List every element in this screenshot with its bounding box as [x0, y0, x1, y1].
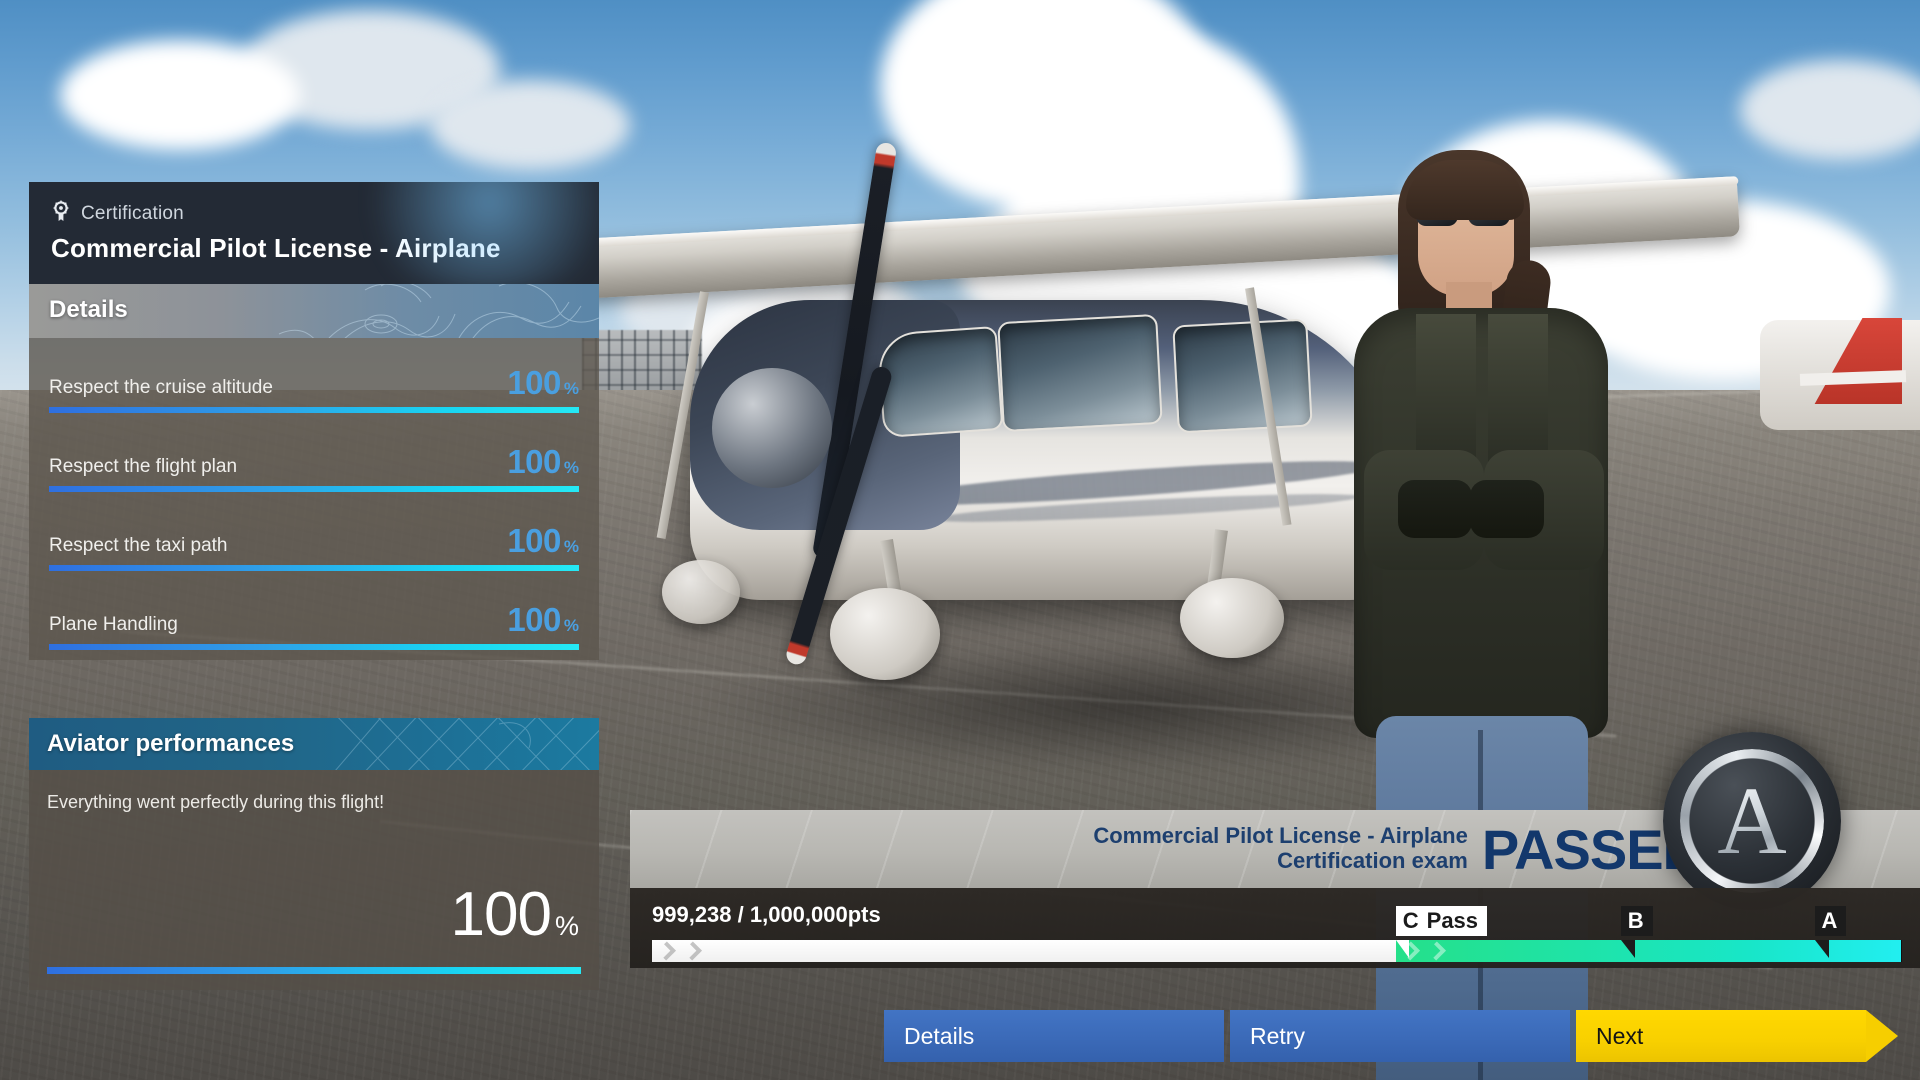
certification-kicker-label: Certification [81, 202, 184, 224]
detail-row-value: 100 % [507, 524, 579, 557]
windshield [876, 325, 1004, 439]
score-points-text: 999,238 / 1,000,000pts [652, 902, 881, 927]
grade-marker-letter: B [1627, 908, 1644, 933]
detail-row-cruise-altitude: Respect the cruise altitude 100 % [29, 344, 599, 413]
chevron-right-icon [656, 941, 677, 961]
detail-row-value: 100 % [507, 366, 579, 399]
row-divider [29, 492, 599, 502]
grade-marker-pointer [1395, 940, 1409, 958]
detail-row-label: Respect the taxi path [49, 535, 228, 556]
cloud [430, 80, 630, 170]
grade-marker-a: A [1814, 906, 1847, 958]
grade-marker-c: C Pass [1395, 906, 1488, 958]
details-section-header: Details [29, 284, 599, 338]
detail-row-taxi-path: Respect the taxi path 100 % [29, 502, 599, 571]
propeller-spinner [712, 368, 832, 488]
detail-row-progress-fill [49, 407, 579, 413]
detail-row-plane-handling: Plane Handling 100 % [29, 581, 599, 650]
detail-row-number: 100 [507, 601, 561, 638]
grade-a-emblem: A [1663, 732, 1841, 910]
cabin-window [1172, 318, 1313, 434]
detail-row-unit: % [563, 379, 579, 398]
pilot-hair-front [1406, 160, 1524, 220]
cloud [60, 40, 300, 150]
main-wheel [1180, 578, 1284, 658]
retry-button[interactable]: Retry [1230, 1010, 1570, 1062]
detail-row-value: 100 % [507, 445, 579, 478]
main-wheel [830, 588, 940, 680]
arrow-right-icon [1866, 1010, 1898, 1062]
grade-marker-b: B [1620, 906, 1653, 958]
detail-row-unit: % [563, 537, 579, 556]
detail-row-label: Respect the flight plan [49, 456, 238, 477]
aviator-progress-track [47, 967, 581, 974]
retry-button-label: Retry [1250, 1022, 1305, 1049]
detail-row-flight-plan: Respect the flight plan 100 % [29, 423, 599, 492]
detail-row-number: 100 [507, 522, 561, 559]
aviator-body: Everything went perfectly during this fl… [29, 770, 599, 990]
row-divider [29, 413, 599, 423]
detail-row-progress-fill [49, 486, 579, 492]
detail-row-progress-track [49, 644, 579, 650]
detail-row-unit: % [563, 616, 579, 635]
pilot-hand [1470, 480, 1544, 538]
certification-header: Certification Commercial Pilot License -… [29, 182, 599, 284]
certification-medal-icon [51, 200, 71, 227]
grade-marker-note: Pass [1426, 908, 1479, 933]
detail-row-unit: % [563, 458, 579, 477]
grade-marker-pointer [1814, 940, 1829, 958]
certification-panel: Certification Commercial Pilot License -… [29, 182, 599, 660]
detail-row-number: 100 [507, 443, 561, 480]
action-button-bar: Details Retry Next [884, 1010, 1898, 1062]
row-divider [29, 571, 599, 581]
aviator-performances-panel: Aviator performances Everything went per… [29, 718, 599, 990]
banner-subtitle-line1: Commercial Pilot License - Airplane [1093, 823, 1468, 849]
detail-row-progress-track [49, 565, 579, 571]
details-button-label: Details [904, 1022, 975, 1049]
score-progress-pre-pass [652, 940, 1396, 962]
jacket-lapel [1416, 314, 1476, 464]
score-bar-panel: 999,238 / 1,000,000pts C Pass B A [630, 888, 1920, 968]
grade-marker-letter: C [1402, 908, 1419, 933]
details-header-label: Details [49, 296, 128, 323]
next-button-label: Next [1596, 1022, 1644, 1049]
detail-row-progress-track [49, 407, 579, 413]
nose-wheel [662, 560, 740, 624]
page-title: Commercial Pilot License - Airplane [51, 233, 501, 263]
game-results-screen: Certification Commercial Pilot License -… [0, 0, 1920, 1080]
detail-row-value: 100 % [507, 603, 579, 636]
aviator-score-number: 100 [450, 880, 552, 949]
detail-row-label: Respect the cruise altitude [49, 377, 273, 398]
pilot-hand [1398, 480, 1472, 538]
cockpit-window [997, 313, 1163, 433]
aviator-progress-fill [47, 967, 581, 974]
detail-row-progress-fill [49, 644, 579, 650]
chevron-right-icon [682, 941, 703, 961]
grade-marker-pointer [1620, 940, 1635, 958]
aviator-score: 100 % [451, 884, 579, 946]
banner-subtitle-line2: Certification exam [1277, 848, 1468, 873]
certification-kicker: Certification [51, 200, 577, 227]
detail-row-label: Plane Handling [49, 614, 178, 635]
next-button[interactable]: Next [1576, 1010, 1898, 1062]
detail-row-progress-track [49, 486, 579, 492]
detail-row-progress-fill [49, 565, 579, 571]
aviator-header: Aviator performances [29, 718, 599, 770]
emblem-letter: A [1717, 767, 1787, 874]
aviator-score-unit: % [554, 911, 579, 941]
chevron-right-icon [1426, 941, 1446, 961]
aviator-description: Everything went perfectly during this fl… [47, 792, 385, 812]
detail-row-number: 100 [507, 364, 561, 401]
score-progress-track [652, 940, 1902, 962]
details-button[interactable]: Details [884, 1010, 1224, 1062]
grade-marker-letter: A [1821, 908, 1838, 933]
details-rows: Respect the cruise altitude 100 % Respec… [29, 338, 599, 660]
banner-subtitle: Commercial Pilot License - Airplane Cert… [1093, 824, 1468, 873]
aviator-header-label: Aviator performances [47, 730, 295, 757]
jacket-lapel [1488, 314, 1548, 464]
